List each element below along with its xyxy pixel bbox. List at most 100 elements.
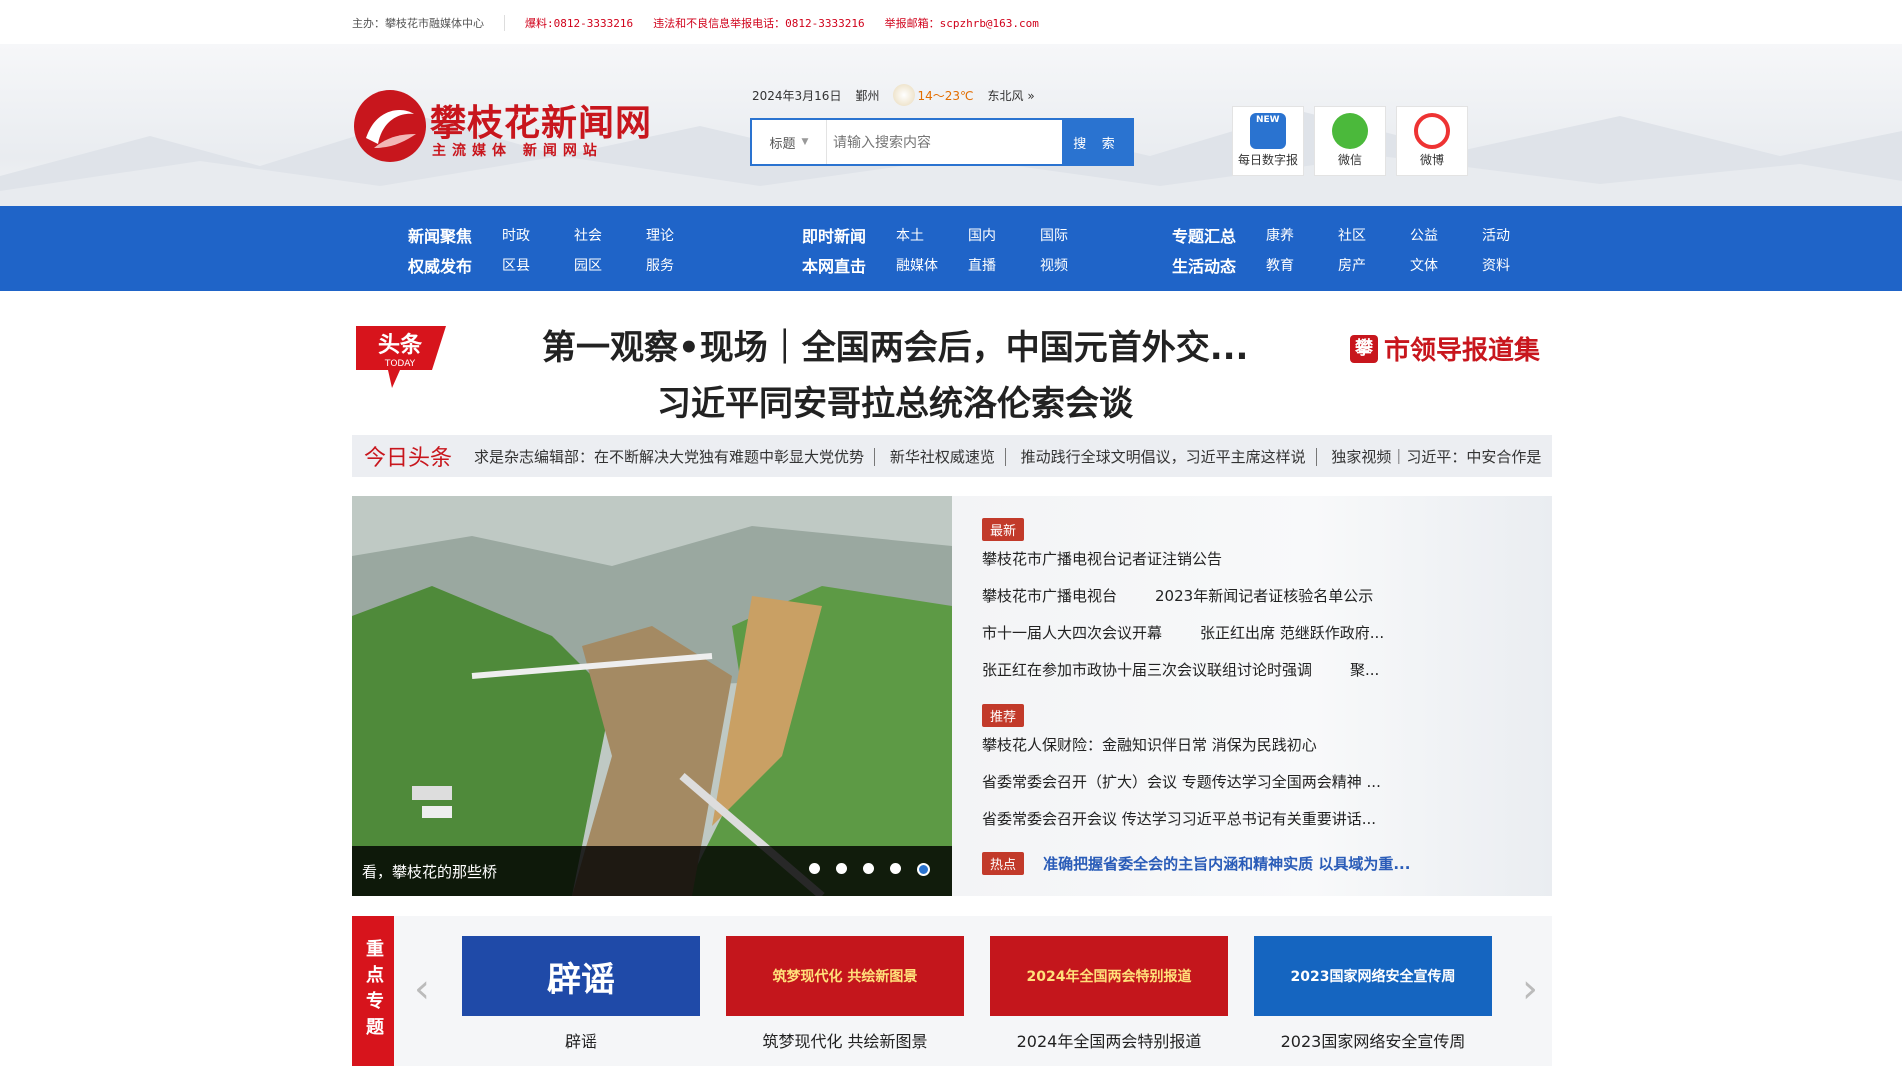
topic-banner: 筑梦现代化 共绘新图景 (726, 936, 964, 1016)
site-logo[interactable]: 攀枝花新闻网 主流媒体 新闻网站 (352, 88, 672, 168)
weather-bar: 2024年3月16日 鄞州 14～23℃ 东北风 » (752, 84, 1035, 106)
nav-head[interactable]: 专题汇总 (1172, 223, 1266, 247)
nav-item[interactable]: 理论 (646, 225, 718, 245)
site-header: 攀枝花新闻网 主流媒体 新闻网站 2024年3月16日 鄞州 14～23℃ 东北… (0, 44, 1902, 206)
top-info-bar: 主办：攀枝花市融媒体中心 爆料:0812-3333216 违法和不良信息举报电话… (0, 0, 1902, 44)
ticker-item[interactable]: 推动践行全球文明倡议，习近平主席这样说 (1010, 447, 1317, 466)
hotline-text: 爆料:0812-3333216 (525, 17, 634, 30)
news-item[interactable]: 攀枝花人保财险：金融知识伴日常 消保为民践初心 (982, 727, 1381, 764)
topic-card[interactable]: 筑梦现代化 共绘新图景 筑梦现代化 共绘新图景 (726, 936, 964, 1052)
nav-item[interactable]: 视频 (1040, 255, 1112, 275)
news-item[interactable]: 张正红在参加市政协十届三次会议联组讨论时强调 聚... (982, 652, 1384, 689)
nav-item[interactable]: 活动 (1482, 225, 1554, 245)
ticker-item[interactable]: 新华社权威速览 (879, 447, 1006, 466)
report-phone-text: 违法和不良信息举报电话：0812-3333216 (653, 17, 865, 30)
leader-mark-icon: 攀 (1349, 334, 1378, 363)
search-box: 标题▼ 搜 索 (750, 118, 1134, 166)
nav-item[interactable]: 本土 (896, 225, 968, 245)
topic-cards: 辟谣 辟谣 筑梦现代化 共绘新图景 筑梦现代化 共绘新图景 2024年全国两会特… (462, 936, 1492, 1052)
nav-item[interactable]: 公益 (1410, 225, 1482, 245)
nav-head[interactable]: 生活动态 (1172, 253, 1266, 277)
news-panel: 最新 攀枝花市广播电视台记者证注销公告 攀枝花市广播电视台 2023年新闻记者证核… (952, 496, 1552, 896)
wechat-link[interactable]: 微信 (1314, 106, 1386, 176)
chevron-down-icon: ▼ (801, 137, 809, 147)
nav-item[interactable]: 直播 (968, 255, 1040, 275)
nav-item[interactable]: 国内 (968, 225, 1040, 245)
nav-row-2: 权威发布 区县 园区 服务 本网直击 融媒体 直播 视频 生活动态 教育 房产 … (408, 250, 1554, 280)
host-text: 主办：攀枝花市融媒体中心 (352, 15, 505, 31)
topic-title: 2024年全国两会特别报道 (1016, 1032, 1202, 1051)
featured-topics: 重点专题 ‹ › 辟谣 辟谣 筑梦现代化 共绘新图景 筑梦现代化 共绘新图景 2… (352, 916, 1552, 1066)
weibo-link[interactable]: 微博 (1396, 106, 1468, 176)
topic-title: 筑梦现代化 共绘新图景 (762, 1032, 928, 1051)
headline-1[interactable]: 第一观察•现场｜全国两会后，中国元首外交... (542, 320, 1248, 369)
slide-photo (352, 496, 952, 896)
nav-item[interactable]: 文体 (1410, 255, 1482, 275)
news-item[interactable]: 市十一届人大四次会议开幕 张正红出席 范继跃作政府... (982, 615, 1384, 652)
news-item[interactable]: 省委常委会召开（扩大）会议 专题传达学习全国两会精神 ... (982, 764, 1381, 801)
recommend-tag: 推荐 (982, 704, 1025, 727)
search-type-select[interactable]: 标题 ▼ (752, 120, 827, 164)
nav-head[interactable]: 本网直击 (802, 253, 896, 277)
nav-row-1: 新闻聚焦 时政 社会 理论 即时新闻 本土 国内 国际 专题汇总 康养 社区 公… (408, 220, 1554, 250)
slide-dot[interactable] (863, 863, 874, 874)
nav-head[interactable]: 即时新闻 (802, 223, 896, 247)
slide-dots (809, 863, 930, 876)
nav-item[interactable]: 社区 (1338, 225, 1410, 245)
photo-slideshow[interactable]: 看，攀枝花的那些桥 (352, 496, 952, 896)
topic-banner: 2024年全国两会特别报道 (990, 936, 1228, 1016)
search-button[interactable]: 搜 索 (1062, 120, 1132, 164)
latest-section: 最新 攀枝花市广播电视台记者证注销公告 攀枝花市广播电视台 2023年新闻记者证核… (982, 518, 1384, 689)
recommend-section: 推荐 攀枝花人保财险：金融知识伴日常 消保为民践初心 省委常委会召开（扩大）会议… (982, 704, 1381, 838)
nav-item[interactable]: 区县 (502, 255, 574, 275)
slide-dot[interactable] (809, 863, 820, 874)
weather-icon (893, 84, 916, 106)
slide-dot-active[interactable] (917, 863, 930, 876)
topic-card[interactable]: 辟谣 辟谣 (462, 936, 700, 1052)
ticker-item[interactable]: 独家视频｜习近平：中安合作是 (1321, 448, 1551, 466)
topics-label: 重点专题 (352, 916, 394, 1066)
topic-title: 辟谣 (564, 1032, 597, 1051)
topic-card[interactable]: 2024年全国两会特别报道 2024年全国两会特别报道 (990, 936, 1228, 1052)
slide-dot[interactable] (890, 863, 901, 874)
nav-item[interactable]: 园区 (574, 255, 646, 275)
nav-head[interactable]: 权威发布 (408, 253, 502, 277)
ticker-scroll: 求是杂志编辑部：在不断解决大党独有难题中彰显大党优势 新华社权威速览 推动践行全… (464, 446, 1551, 467)
wind-text[interactable]: 东北风 » (988, 87, 1035, 104)
leader-reports-link[interactable]: 攀 市领导报道集 (1349, 330, 1540, 367)
nav-item[interactable]: 国际 (1040, 225, 1112, 245)
nav-head[interactable]: 新闻聚焦 (408, 223, 502, 247)
prev-arrow-icon[interactable]: ‹ (414, 966, 430, 1012)
headline-2[interactable]: 习近平同安哥拉总统洛伦索会谈 (657, 376, 1133, 425)
today-badge-main: 头条 (378, 332, 423, 358)
logo-emblem-icon (354, 90, 426, 162)
slide-dot[interactable] (836, 863, 847, 874)
date-text: 2024年3月16日 (752, 88, 842, 103)
hot-tag: 热点 (982, 852, 1025, 875)
search-input[interactable] (827, 120, 1062, 164)
topic-title: 2023国家网络安全宣传周 (1280, 1032, 1466, 1051)
main-nav: 新闻聚焦 时政 社会 理论 即时新闻 本土 国内 国际 专题汇总 康养 社区 公… (0, 206, 1902, 291)
news-item[interactable]: 攀枝花市广播电视台记者证注销公告 (982, 541, 1384, 578)
topic-card[interactable]: 2023国家网络安全宣传周 2023国家网络安全宣传周 (1254, 936, 1492, 1052)
news-item[interactable]: 省委常委会召开会议 传达学习习近平总书记有关重要讲话... (982, 801, 1381, 838)
hot-item[interactable]: 准确把握省委全会的主旨内涵和精神实质 以具域为重... (1043, 855, 1410, 873)
nav-item[interactable]: 时政 (502, 225, 574, 245)
ticker-item[interactable]: 求是杂志编辑部：在不断解决大党独有难题中彰显大党优势 (464, 447, 876, 466)
nav-item[interactable]: 房产 (1338, 255, 1410, 275)
next-arrow-icon[interactable]: › (1522, 966, 1538, 1012)
nav-item[interactable]: 融媒体 (896, 255, 968, 275)
logo-subtitle: 主流媒体 新闻网站 (432, 143, 603, 159)
today-ticker: 今日头条 求是杂志编辑部：在不断解决大党独有难题中彰显大党优势 新华社权威速览 … (352, 435, 1552, 477)
report-email-link[interactable]: 举报邮箱：scpzhrb@163.com (885, 15, 1039, 31)
nav-item[interactable]: 康养 (1266, 225, 1338, 245)
digital-paper-link[interactable]: 每日数字报 (1232, 106, 1304, 176)
today-badge: 头条 TODAY (356, 326, 446, 388)
nav-item[interactable]: 社会 (574, 225, 646, 245)
wechat-icon (1332, 113, 1368, 149)
temperature-text: 14～23℃ (917, 88, 974, 103)
nav-item[interactable]: 服务 (646, 255, 718, 275)
nav-item[interactable]: 资料 (1482, 255, 1554, 275)
news-item[interactable]: 攀枝花市广播电视台 2023年新闻记者证核验名单公示 (982, 578, 1384, 615)
nav-item[interactable]: 教育 (1266, 255, 1338, 275)
